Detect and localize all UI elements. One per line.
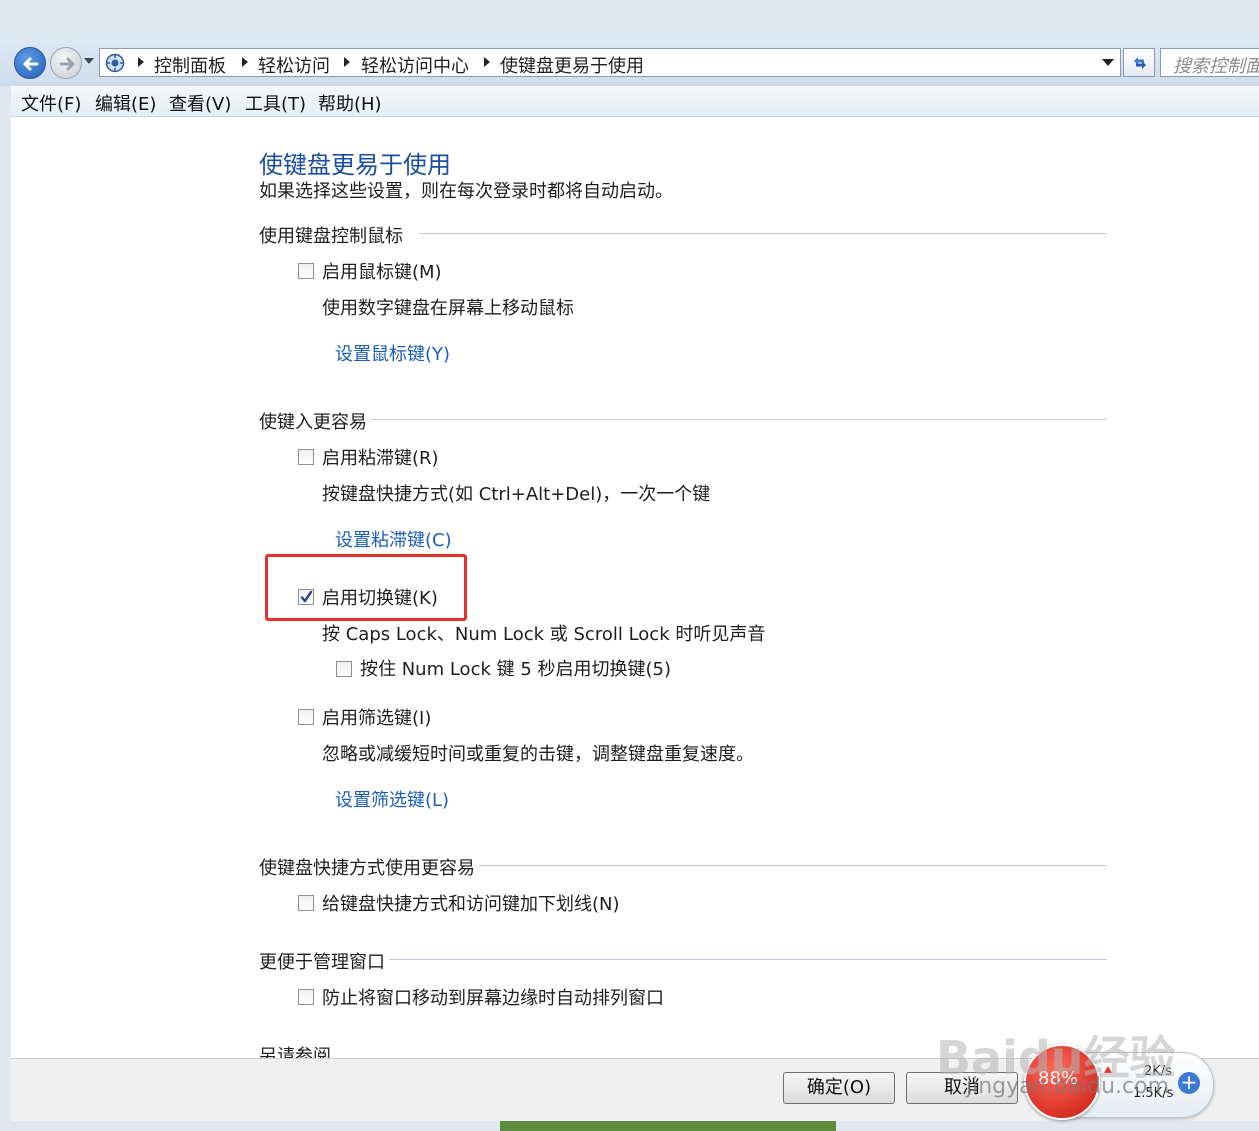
filter-keys-label[interactable]: 启用筛选键(I)	[322, 704, 431, 730]
section-divider	[389, 959, 1107, 960]
search-placeholder: 搜索控制面板	[1173, 56, 1259, 77]
toggle-keys-label[interactable]: 启用切换键(K)	[322, 584, 438, 610]
section-divider	[419, 233, 1107, 234]
page-title: 使键盘更易于使用	[259, 151, 451, 179]
setup-sticky-keys-link[interactable]: 设置粘滞键(C)	[335, 526, 452, 552]
back-button[interactable]	[14, 47, 46, 79]
menu-edit[interactable]: 编辑(E)	[95, 90, 156, 116]
menu-help[interactable]: 帮助(H)	[318, 90, 382, 116]
section-heading-typing: 使键入更容易	[259, 412, 367, 433]
sticky-keys-label[interactable]: 启用粘滞键(R)	[322, 444, 439, 470]
numlock-toggle-label[interactable]: 按住 Num Lock 键 5 秒启用切换键(5)	[360, 655, 671, 681]
menu-bar: 文件(F) 编辑(E) 查看(V) 工具(T) 帮助(H)	[11, 86, 1259, 117]
sticky-keys-checkbox[interactable]	[298, 449, 314, 465]
breadcrumb-separator-icon[interactable]	[138, 57, 144, 67]
breadcrumb-separator-icon[interactable]	[484, 57, 490, 67]
prevent-snap-label[interactable]: 防止将窗口移动到屏幕边缘时自动排列窗口	[322, 984, 664, 1010]
menu-tools[interactable]: 工具(T)	[245, 90, 306, 116]
setup-filter-keys-link[interactable]: 设置筛选键(L)	[335, 786, 449, 812]
content-pane: 使键盘更易于使用 如果选择这些设置，则在每次登录时都将自动启动。 使用键盘控制鼠…	[11, 117, 1259, 1058]
section-heading-mouse: 使用键盘控制鼠标	[259, 226, 403, 247]
address-dropdown-icon[interactable]	[1102, 59, 1114, 66]
back-arrow-icon	[23, 57, 39, 71]
sticky-keys-description: 按键盘快捷方式(如 Ctrl+Alt+Del)，一次一个键	[322, 484, 711, 505]
menu-file[interactable]: 文件(F)	[21, 90, 81, 116]
menu-view[interactable]: 查看(V)	[169, 90, 231, 116]
toggle-keys-description: 按 Caps Lock、Num Lock 或 Scroll Lock 时听见声音	[322, 624, 766, 645]
section-divider	[371, 419, 1107, 420]
plus-icon[interactable]: +	[1178, 1072, 1200, 1094]
section-heading-windows: 更便于管理窗口	[259, 952, 385, 973]
forward-arrow-icon	[59, 57, 75, 71]
watermark-url: jingyan.baidu.com	[966, 1074, 1170, 1099]
forward-button[interactable]	[50, 47, 82, 79]
setup-mouse-keys-link[interactable]: 设置鼠标键(Y)	[335, 340, 450, 366]
checkmark-icon	[300, 590, 313, 603]
address-row: 控制面板 轻松访问 轻松访问中心 使键盘更易于使用 搜索控制面板	[0, 40, 1259, 86]
breadcrumb-control-panel[interactable]: 控制面板	[154, 52, 226, 78]
breadcrumb-current-page[interactable]: 使键盘更易于使用	[500, 52, 644, 78]
recent-pages-dropdown-icon[interactable]	[84, 58, 94, 64]
toggle-keys-checkbox[interactable]	[298, 589, 314, 605]
search-input[interactable]: 搜索控制面板	[1160, 48, 1259, 77]
section-heading-see-also: 另请参阅	[259, 1046, 331, 1058]
mouse-keys-label[interactable]: 启用鼠标键(M)	[322, 258, 442, 284]
page-subtitle: 如果选择这些设置，则在每次登录时都将自动启动。	[259, 181, 673, 202]
section-divider	[479, 865, 1107, 866]
breadcrumb-ease-of-access[interactable]: 轻松访问	[258, 52, 330, 78]
refresh-button[interactable]	[1123, 48, 1155, 77]
section-heading-shortcuts: 使键盘快捷方式使用更容易	[259, 858, 475, 879]
mouse-keys-description: 使用数字键盘在屏幕上移动鼠标	[322, 298, 574, 319]
breadcrumb-ease-of-access-center[interactable]: 轻松访问中心	[361, 52, 469, 78]
refresh-icon	[1134, 57, 1146, 69]
underline-shortcuts-checkbox[interactable]	[298, 895, 314, 911]
control-panel-icon	[105, 53, 125, 73]
underline-shortcuts-label[interactable]: 给键盘快捷方式和访问键加下划线(N)	[322, 890, 620, 916]
prevent-snap-checkbox[interactable]	[298, 989, 314, 1005]
taskbar-progress-strip	[500, 1121, 836, 1131]
address-bar[interactable]: 控制面板 轻松访问 轻松访问中心 使键盘更易于使用	[99, 48, 1121, 77]
mouse-keys-checkbox[interactable]	[298, 263, 314, 279]
breadcrumb-separator-icon[interactable]	[344, 57, 350, 67]
ok-button[interactable]: 确定(O)	[783, 1072, 895, 1104]
filter-keys-checkbox[interactable]	[298, 709, 314, 725]
filter-keys-description: 忽略或减缓短时间或重复的击键，调整键盘重复速度。	[322, 744, 754, 765]
breadcrumb-separator-icon[interactable]	[242, 57, 248, 67]
numlock-toggle-checkbox[interactable]	[336, 661, 352, 677]
control-panel-window: { "address": { "breadcrumbs": ["控制面板", "…	[0, 0, 1259, 1131]
